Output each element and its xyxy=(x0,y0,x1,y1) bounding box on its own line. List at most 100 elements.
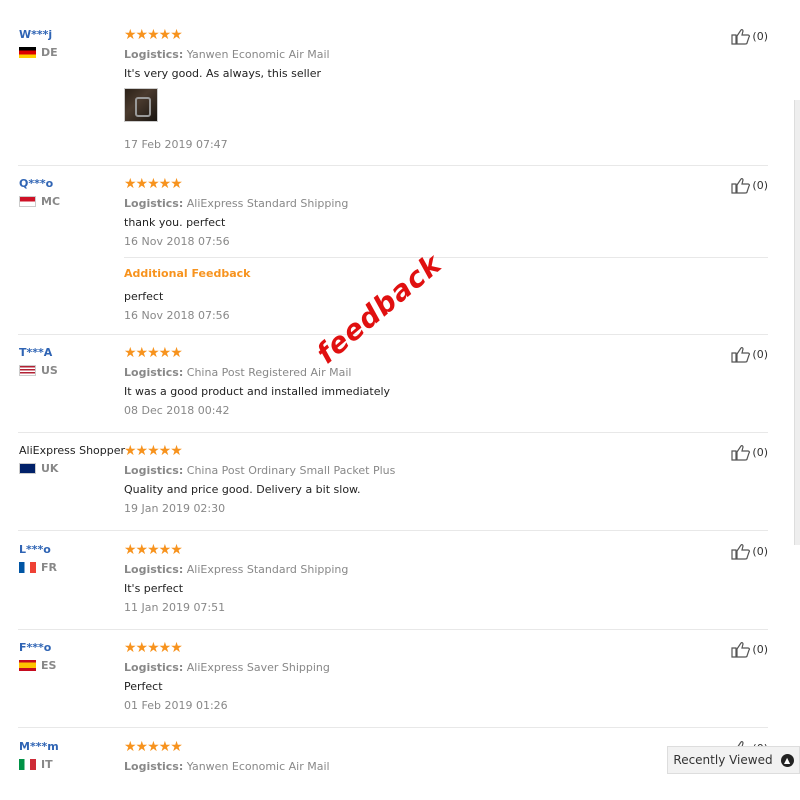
reviewer-name[interactable]: L***o xyxy=(19,543,57,556)
review-text: It's perfect xyxy=(124,582,184,595)
flag-uk-icon xyxy=(19,463,36,474)
reviewer-info: Q***o MC xyxy=(19,177,60,208)
review-item: T***A US ★★★★★ Logistics: China Post Reg… xyxy=(18,346,768,433)
logistics-value: Yanwen Economic Air Mail xyxy=(186,48,330,61)
flag-fr-icon xyxy=(19,562,36,573)
thumbs-up-icon xyxy=(731,444,751,461)
helpful-count: (0) xyxy=(752,348,768,361)
recently-viewed-button[interactable]: Recently Viewed ▲ xyxy=(667,746,800,774)
country-code: US xyxy=(41,364,58,377)
recently-viewed-label: Recently Viewed xyxy=(673,753,773,767)
logistics-label: Logistics: xyxy=(124,661,184,674)
logistics-value: China Post Registered Air Mail xyxy=(186,366,352,379)
helpful-button[interactable]: (0) xyxy=(731,543,768,560)
logistics: Logistics: Yanwen Economic Air Mail xyxy=(124,760,684,773)
review-date: 08 Dec 2018 00:42 xyxy=(124,404,230,417)
helpful-count: (0) xyxy=(752,179,768,192)
logistics: Logistics: AliExpress Standard Shipping xyxy=(124,563,684,576)
helpful-count: (0) xyxy=(752,30,768,43)
review-body: ★★★★★ Logistics: AliExpress Saver Shippi… xyxy=(124,641,684,712)
reviewer-country: ES xyxy=(19,659,56,672)
review-item: AliExpress Shopper UK ★★★★★ Logistics: C… xyxy=(18,444,768,531)
helpful-button[interactable]: (0) xyxy=(731,28,768,45)
review-date: 11 Jan 2019 07:51 xyxy=(124,601,226,614)
logistics-label: Logistics: xyxy=(124,366,184,379)
helpful-button[interactable]: (0) xyxy=(731,641,768,658)
review-item: W***j DE ★★★★★ Logistics: Yanwen Economi… xyxy=(18,28,768,166)
flag-us-icon xyxy=(19,365,36,376)
review-body: ★★★★★ Logistics: China Post Registered A… xyxy=(124,346,684,417)
review-body: ★★★★★ Logistics: Yanwen Economic Air Mai… xyxy=(124,28,684,151)
helpful-button[interactable]: (0) xyxy=(731,177,768,194)
review-text: It was a good product and installed imme… xyxy=(124,385,391,398)
reviewer-name[interactable]: Q***o xyxy=(19,177,60,190)
logistics-value: China Post Ordinary Small Packet Plus xyxy=(186,464,396,477)
reviewer-name[interactable]: T***A xyxy=(19,346,58,359)
logistics: Logistics: Yanwen Economic Air Mail xyxy=(124,48,684,61)
reviewer-info: M***m IT xyxy=(19,740,59,771)
reviewer-name[interactable]: AliExpress Shopper xyxy=(19,444,125,457)
review-text: Quality and price good. Delivery a bit s… xyxy=(124,483,361,496)
star-rating: ★★★★★ xyxy=(124,640,183,656)
flag-mc-icon xyxy=(19,196,36,207)
logistics-label: Logistics: xyxy=(124,563,184,576)
reviewer-info: W***j DE xyxy=(19,28,58,59)
reviewer-country: DE xyxy=(19,46,58,59)
star-rating: ★★★★★ xyxy=(124,345,183,361)
review-item: M***m IT ★★★★★ Logistics: Yanwen Economi… xyxy=(18,740,768,800)
flag-de-icon xyxy=(19,47,36,58)
logistics: Logistics: AliExpress Standard Shipping xyxy=(124,197,684,210)
thumbs-up-icon xyxy=(731,346,751,363)
star-rating: ★★★★★ xyxy=(124,176,183,192)
reviewer-name[interactable]: F***o xyxy=(19,641,56,654)
reviewer-country: MC xyxy=(19,195,60,208)
helpful-button[interactable]: (0) xyxy=(731,346,768,363)
scrollbar[interactable] xyxy=(794,100,800,545)
review-date: 01 Feb 2019 01:26 xyxy=(124,699,228,712)
reviewer-name[interactable]: M***m xyxy=(19,740,59,753)
flag-es-icon xyxy=(19,660,36,671)
reviewer-country: IT xyxy=(19,758,59,771)
reviewer-name[interactable]: W***j xyxy=(19,28,58,41)
reviewer-info: T***A US xyxy=(19,346,58,377)
divider xyxy=(124,257,768,258)
logistics-label: Logistics: xyxy=(124,197,184,210)
star-rating: ★★★★★ xyxy=(124,27,183,43)
review-text: Perfect xyxy=(124,680,163,693)
star-rating: ★★★★★ xyxy=(124,739,183,755)
star-rating: ★★★★★ xyxy=(124,443,183,459)
thumbs-up-icon xyxy=(731,28,751,45)
thumbs-up-icon xyxy=(731,543,751,560)
review-date: 19 Jan 2019 02:30 xyxy=(124,502,226,515)
logistics-label: Logistics: xyxy=(124,464,184,477)
thumbs-up-icon xyxy=(731,641,751,658)
reviewer-info: F***o ES xyxy=(19,641,56,672)
review-date: 17 Feb 2019 07:47 xyxy=(124,138,228,151)
review-body: ★★★★★ Logistics: China Post Ordinary Sma… xyxy=(124,444,684,515)
logistics-value: AliExpress Standard Shipping xyxy=(186,563,349,576)
country-code: ES xyxy=(41,659,57,672)
additional-feedback-date: 16 Nov 2018 07:56 xyxy=(124,309,230,322)
review-text: It's very good. As always, this seller xyxy=(124,67,322,80)
helpful-button[interactable]: (0) xyxy=(731,444,768,461)
thumbs-up-icon xyxy=(731,177,751,194)
review-body: ★★★★★ Logistics: Yanwen Economic Air Mai… xyxy=(124,740,684,773)
review-text: thank you. perfect xyxy=(124,216,226,229)
country-code: IT xyxy=(41,758,53,771)
chevron-up-icon: ▲ xyxy=(780,753,794,767)
helpful-count: (0) xyxy=(752,643,768,656)
country-code: UK xyxy=(41,462,59,475)
review-photo[interactable] xyxy=(124,88,158,122)
logistics-value: Yanwen Economic Air Mail xyxy=(186,760,330,773)
logistics-value: AliExpress Saver Shipping xyxy=(186,661,330,674)
review-item: L***o FR ★★★★★ Logistics: AliExpress Sta… xyxy=(18,543,768,630)
logistics: Logistics: China Post Registered Air Mai… xyxy=(124,366,684,379)
review-body: ★★★★★ Logistics: AliExpress Standard Shi… xyxy=(124,543,684,614)
flag-it-icon xyxy=(19,759,36,770)
country-code: FR xyxy=(41,561,57,574)
reviewer-info: AliExpress Shopper UK xyxy=(19,444,125,475)
reviewer-country: FR xyxy=(19,561,57,574)
review-date: 16 Nov 2018 07:56 xyxy=(124,235,230,248)
reviewer-info: L***o FR xyxy=(19,543,57,574)
reviewer-country: US xyxy=(19,364,58,377)
